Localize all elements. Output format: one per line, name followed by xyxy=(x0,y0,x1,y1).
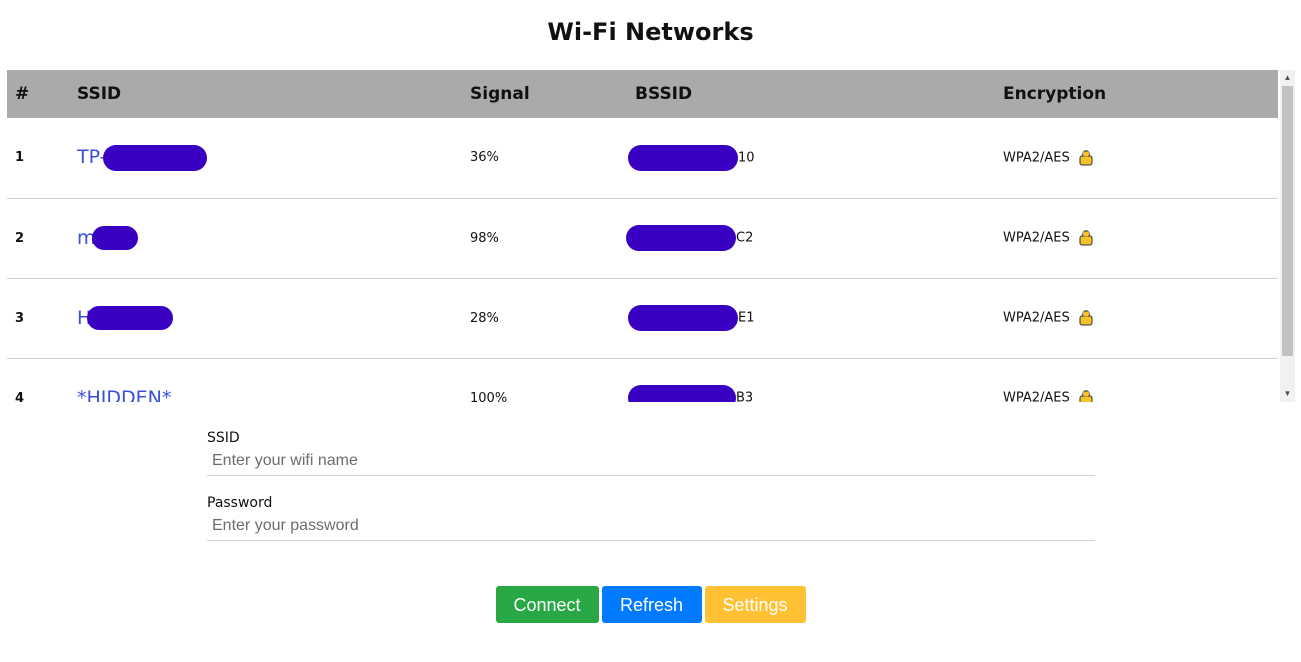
table-header-row: # SSID Signal BSSID Encryption xyxy=(7,70,1278,118)
redaction-mark xyxy=(626,225,736,251)
ssid-link[interactable]: *HIDDEN* xyxy=(77,387,171,402)
encryption-text: WPA2/AES xyxy=(1003,310,1070,326)
settings-button[interactable]: Settings xyxy=(704,586,806,623)
refresh-button[interactable]: Refresh xyxy=(601,586,702,623)
signal-cell: 100% xyxy=(470,390,508,403)
redaction-mark xyxy=(628,305,738,331)
encryption-text: WPA2/AES xyxy=(1003,390,1070,403)
encryption-text: WPA2/AES xyxy=(1003,150,1070,166)
lock-icon xyxy=(1078,150,1094,166)
bssid-cell: C2 xyxy=(626,198,1003,278)
header-ssid: SSID xyxy=(77,84,122,104)
table-scrollbar[interactable]: ▲ ▼ xyxy=(1280,70,1295,402)
redaction-mark xyxy=(102,144,207,171)
ssid-field-group: SSID xyxy=(207,430,1095,476)
redaction-mark xyxy=(87,306,174,330)
table-row[interactable]: 4 *HIDDEN* 100% B3 WPA2/AES xyxy=(7,358,1278,402)
signal-cell: 36% xyxy=(470,150,499,166)
ssid-label: SSID xyxy=(207,430,240,446)
networks-table-container: # SSID Signal BSSID Encryption 1 TP- 36%… xyxy=(7,70,1295,402)
connect-button[interactable]: Connect xyxy=(495,586,599,623)
header-num: # xyxy=(15,84,30,104)
bssid-text: B3 xyxy=(736,390,754,403)
ssid-link[interactable]: TP- xyxy=(77,144,207,171)
lock-icon xyxy=(1078,310,1094,326)
networks-table-scroll-area[interactable]: # SSID Signal BSSID Encryption 1 TP- 36%… xyxy=(7,70,1278,402)
ssid-cell: m xyxy=(77,198,470,278)
bssid-cell: E1 xyxy=(628,278,1003,358)
header-encryption: Encryption xyxy=(1003,84,1107,104)
bssid-text: 10 xyxy=(738,150,755,166)
encryption-text: WPA2/AES xyxy=(1003,230,1070,246)
lock-icon xyxy=(1078,390,1094,402)
row-number: 4 xyxy=(15,390,25,403)
ssid-cell: TP- xyxy=(77,118,470,198)
bssid-text: E1 xyxy=(738,310,755,326)
ssid-link[interactable]: H xyxy=(77,306,174,330)
ssid-cell: *HIDDEN* xyxy=(77,358,470,402)
scroll-down-arrow-icon[interactable]: ▼ xyxy=(1280,386,1295,402)
signal-cell: 98% xyxy=(470,230,499,246)
ssid-input[interactable] xyxy=(207,446,1095,476)
password-field-group: Password xyxy=(207,495,1095,541)
table-row[interactable]: 1 TP- 36% 10 WPA2/AES xyxy=(7,118,1278,198)
table-row[interactable]: 3 H 28% E1 WPA2/AES xyxy=(7,278,1278,358)
scroll-up-arrow-icon[interactable]: ▲ xyxy=(1280,70,1295,86)
wifi-connect-form: SSID Password xyxy=(207,430,1095,560)
lock-icon xyxy=(1078,230,1094,246)
ssid-cell: H xyxy=(77,278,470,358)
action-buttons: Connect Refresh Settings xyxy=(0,586,1301,623)
header-signal: Signal xyxy=(470,84,530,104)
networks-table: # SSID Signal BSSID Encryption 1 TP- 36%… xyxy=(7,70,1278,402)
row-number: 1 xyxy=(15,150,25,166)
redaction-mark xyxy=(628,385,736,402)
redaction-mark xyxy=(628,144,738,171)
table-row[interactable]: 2 m 98% C2 WPA2/AES xyxy=(7,198,1278,278)
redaction-mark xyxy=(91,226,138,250)
signal-cell: 28% xyxy=(470,310,499,326)
row-number: 2 xyxy=(15,230,25,246)
encryption-cell: WPA2/AES xyxy=(1003,118,1278,198)
header-bssid: BSSID xyxy=(635,84,693,104)
bssid-text: C2 xyxy=(736,230,754,246)
page-title: Wi-Fi Networks xyxy=(547,18,754,46)
bssid-cell: 10 xyxy=(628,118,1003,198)
encryption-cell: WPA2/AES xyxy=(1003,278,1278,358)
encryption-cell: WPA2/AES xyxy=(1003,358,1278,402)
password-input[interactable] xyxy=(207,511,1095,541)
encryption-cell: WPA2/AES xyxy=(1003,198,1278,278)
password-label: Password xyxy=(207,495,273,511)
row-number: 3 xyxy=(15,310,25,326)
scrollbar-thumb[interactable] xyxy=(1282,86,1293,356)
ssid-link[interactable]: m xyxy=(77,226,138,250)
bssid-cell: B3 xyxy=(628,358,1003,403)
